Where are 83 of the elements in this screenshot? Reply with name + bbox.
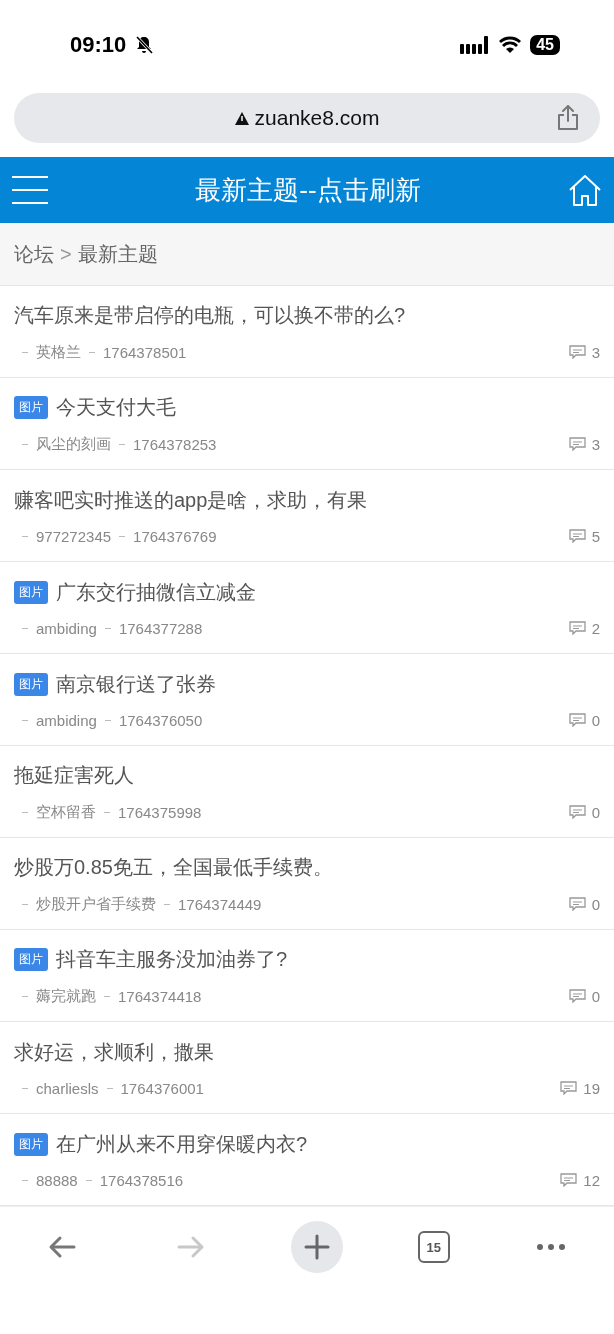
thread-title[interactable]: 今天支付大毛 — [56, 393, 176, 421]
author-name[interactable]: 空杯留香 — [36, 802, 96, 822]
thread-title[interactable]: 拖延症害死人 — [14, 761, 134, 789]
thread-title[interactable]: 炒股万0.85免五，全国最低手续费。 — [14, 853, 333, 881]
comment-icon — [568, 529, 586, 543]
image-tag: 图片 — [14, 1132, 48, 1156]
author-name[interactable]: 88888 — [36, 1171, 78, 1189]
author-name[interactable]: charliesls — [36, 1079, 99, 1097]
reply-count: 5 — [591, 527, 600, 545]
post-time: 1764378253 — [133, 435, 217, 453]
comment-icon — [560, 1081, 578, 1095]
post-time: 1764376050 — [118, 711, 203, 729]
author-name[interactable]: ambiding — [36, 711, 97, 729]
reply-count: 0 — [591, 803, 600, 821]
reply-count: 0 — [591, 711, 600, 729]
post-time: 1764376001 — [120, 1079, 204, 1097]
breadcrumb-separator: > — [60, 242, 72, 266]
author-name[interactable]: 风尘的刻画 — [36, 434, 111, 454]
thread-row[interactable]: 汽车原来是带启停的电瓶，可以换不带的么? 英格兰 1764378501 3 — [0, 286, 614, 378]
post-time: 1764374418 — [118, 987, 202, 1005]
comment-icon — [568, 805, 586, 819]
battery-level: 45 — [530, 35, 560, 55]
thread-title[interactable]: 抖音车主服务没加油券了? — [56, 945, 288, 973]
breadcrumb-link[interactable]: 论坛 — [14, 240, 54, 268]
comment-icon — [568, 713, 586, 727]
comment-icon — [568, 989, 586, 1003]
menu-icon[interactable] — [12, 175, 48, 205]
post-time: 1764378516 — [99, 1171, 184, 1189]
warning-icon — [234, 111, 249, 125]
reply-count: 0 — [591, 987, 600, 1005]
post-time: 1764378501 — [103, 343, 187, 361]
thread-row[interactable]: 炒股万0.85免五，全国最低手续费。 炒股开户省手续费 1764374449 0 — [0, 838, 614, 930]
author-name[interactable]: 英格兰 — [36, 342, 81, 362]
comment-icon — [568, 621, 586, 635]
author-name[interactable]: 977272345 — [36, 527, 112, 545]
thread-title[interactable]: 在广州从来不用穿保暖内衣? — [56, 1130, 308, 1158]
thread-row[interactable]: 求好运，求顺利，撒果 charliesls 1764376001 19 — [0, 1022, 614, 1114]
clock-time: 09:10 — [70, 32, 127, 58]
post-time: 1764375998 — [118, 803, 202, 821]
thread-title[interactable]: 汽车原来是带启停的电瓶，可以换不带的么? — [14, 301, 406, 329]
post-time: 1764374449 — [178, 895, 262, 913]
comment-icon — [568, 437, 586, 451]
reply-count: 2 — [591, 619, 600, 637]
thread-row[interactable]: 图片 广东交行抽微信立减金 ambiding 1764377288 2 — [0, 562, 614, 654]
comment-icon — [560, 1173, 578, 1187]
reply-count: 3 — [591, 435, 600, 453]
share-icon[interactable] — [556, 105, 580, 131]
more-icon — [535, 1243, 566, 1251]
post-time: 1764376769 — [133, 527, 217, 545]
reply-count: 3 — [591, 343, 600, 361]
author-name[interactable]: 炒股开户省手续费 — [36, 894, 156, 914]
comment-icon — [568, 897, 586, 911]
thread-title[interactable]: 南京银行送了张券 — [56, 670, 216, 698]
image-tag: 图片 — [14, 672, 48, 696]
post-time: 1764377288 — [118, 619, 203, 637]
thread-title[interactable]: 广东交行抽微信立减金 — [56, 578, 256, 606]
thread-row[interactable]: 图片 今天支付大毛 风尘的刻画 1764378253 3 — [0, 378, 614, 470]
signal-icon — [460, 36, 491, 54]
breadcrumb-current: 最新主题 — [77, 241, 158, 267]
comment-icon — [568, 345, 586, 359]
address-bar[interactable]: zuanke8.com — [14, 93, 600, 143]
plus-icon — [304, 1234, 330, 1260]
thread-title[interactable]: 赚客吧实时推送的app是啥，求助，有果 — [14, 486, 368, 514]
reply-count: 12 — [583, 1171, 600, 1189]
author-name[interactable]: ambiding — [36, 619, 97, 637]
wifi-icon — [498, 36, 523, 54]
muted-bell-icon — [134, 35, 155, 55]
thread-row[interactable]: 图片 南京银行送了张券 ambiding 1764376050 0 — [0, 654, 614, 746]
image-tag: 图片 — [14, 947, 48, 971]
home-icon[interactable] — [568, 174, 602, 206]
thread-title[interactable]: 求好运，求顺利，撒果 — [14, 1038, 214, 1066]
thread-row[interactable]: 拖延症害死人 空杯留香 1764375998 0 — [0, 746, 614, 838]
image-tag: 图片 — [14, 580, 48, 604]
thread-row[interactable]: 赚客吧实时推送的app是啥，求助，有果 977272345 1764376769 5 — [0, 470, 614, 562]
reply-count: 0 — [591, 895, 600, 913]
author-name[interactable]: 薅完就跑 — [36, 986, 96, 1006]
reply-count: 19 — [583, 1079, 600, 1097]
thread-row[interactable]: 图片 在广州从来不用穿保暖内衣? 88888 1764378516 12 — [0, 1114, 614, 1206]
tabs-button[interactable]: 15 — [417, 1231, 450, 1263]
url-text: zuanke8.com — [254, 106, 380, 130]
thread-row[interactable]: 图片 抖音车主服务没加油券了? 薅完就跑 1764374418 0 — [0, 930, 614, 1022]
new-tab-button[interactable] — [291, 1221, 343, 1273]
image-tag: 图片 — [14, 395, 48, 419]
